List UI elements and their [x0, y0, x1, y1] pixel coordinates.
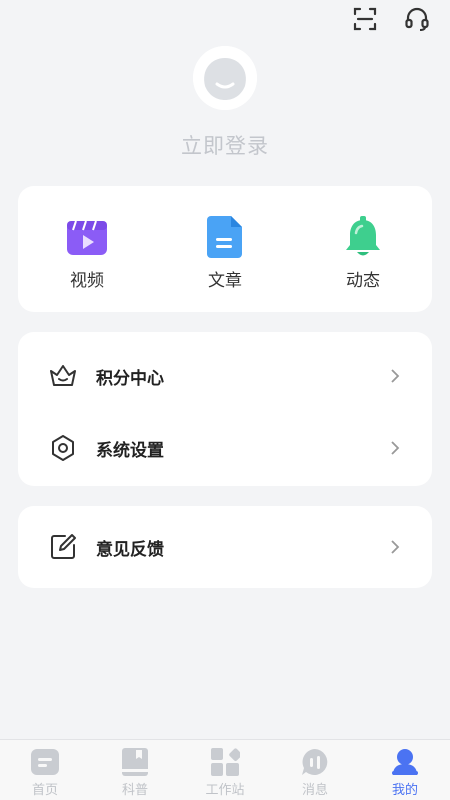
avatar-icon [193, 46, 257, 110]
quick-actions-card: 视频 文章 动态 [18, 186, 432, 312]
avatar[interactable] [193, 46, 257, 110]
feedback-icon [48, 532, 78, 562]
scan-icon[interactable] [352, 6, 378, 32]
quick-action-video[interactable]: 视频 [18, 186, 156, 312]
tab-workstation[interactable]: 工作站 [180, 740, 270, 800]
grid-icon [209, 746, 241, 778]
user-icon [389, 746, 421, 778]
bottom-tab-bar: 首页 科普 工作站 消息 我的 [0, 739, 450, 800]
bell-icon [342, 216, 384, 258]
tab-label: 消息 [301, 783, 328, 798]
feedback-card: 意见反馈 [18, 506, 432, 588]
tab-label: 首页 [31, 783, 58, 798]
chevron-right-icon [391, 441, 400, 455]
menu-item-label: 积分中心 [96, 368, 164, 389]
tab-messages[interactable]: 消息 [270, 740, 360, 800]
menu-card: 积分中心 系统设置 [18, 332, 432, 486]
book-icon [119, 746, 151, 778]
tab-science[interactable]: 科普 [90, 740, 180, 800]
tab-label: 工作站 [205, 783, 245, 798]
tab-label: 科普 [121, 783, 148, 798]
chevron-right-icon [391, 540, 400, 554]
menu-item-system-settings[interactable]: 系统设置 [18, 412, 432, 484]
quick-action-label: 文章 [208, 271, 242, 291]
quick-action-label: 视频 [70, 271, 104, 291]
settings-icon [48, 433, 78, 463]
home-icon [29, 746, 61, 778]
video-icon [66, 216, 108, 258]
message-icon [299, 746, 331, 778]
quick-action-feed[interactable]: 动态 [294, 186, 432, 312]
menu-item-label: 意见反馈 [96, 539, 164, 560]
headset-icon[interactable] [404, 6, 430, 32]
tab-mine[interactable]: 我的 [360, 740, 450, 800]
tab-label: 我的 [391, 783, 418, 798]
document-icon [204, 216, 246, 258]
menu-item-label: 系统设置 [96, 440, 164, 461]
crown-icon [48, 361, 78, 391]
tab-home[interactable]: 首页 [0, 740, 90, 800]
login-link[interactable]: 立即登录 [0, 130, 450, 160]
profile-section: 立即登录 [0, 46, 450, 160]
chevron-right-icon [391, 369, 400, 383]
quick-action-label: 动态 [346, 271, 380, 291]
quick-action-article[interactable]: 文章 [156, 186, 294, 312]
menu-item-points-center[interactable]: 积分中心 [18, 340, 432, 412]
menu-item-feedback[interactable]: 意见反馈 [18, 511, 432, 583]
